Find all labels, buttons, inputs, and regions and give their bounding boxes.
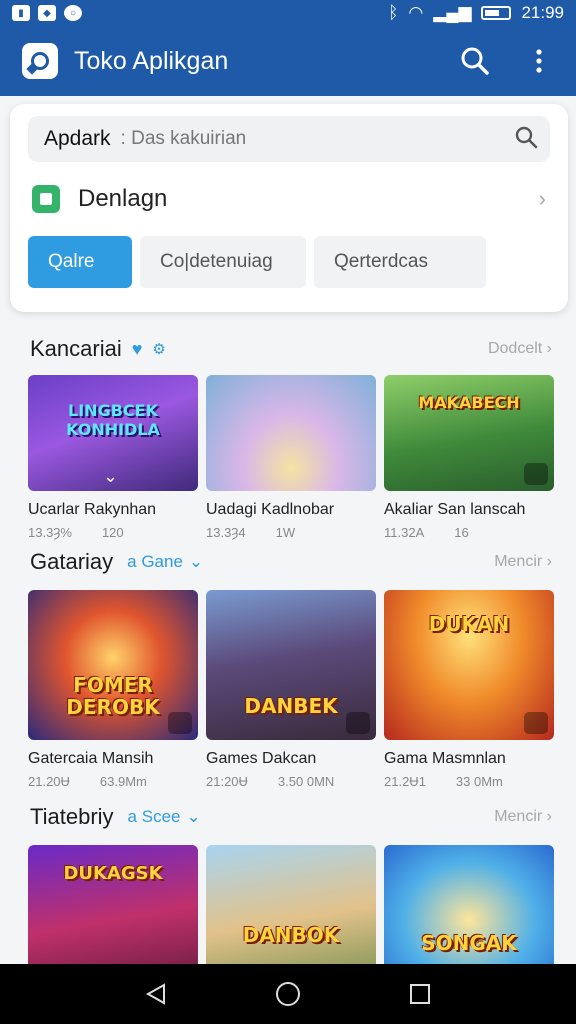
app-row-1: LINGBCEK KONHIDLA ⌄ Ucarlar Rakynhan 13.… [28,375,554,540]
app-thumbnail: DUKAN [384,590,554,740]
wifi-icon: ◠ [408,3,424,22]
search-icon[interactable] [460,46,490,76]
section-title: Tiatebriy [30,804,114,829]
app-title: Toko Aplikgan [74,46,229,75]
heart-icon: ♥ [131,338,143,359]
download-label: Denlagn [78,185,168,212]
search-field-icon[interactable] [514,125,538,154]
app-name: Ucarlar Rakynhan [28,501,157,518]
status-bar: ▮ ◆ ○ ᛒ ◠ ▂▄▆ 21:99 [0,0,576,26]
verified-icon: ⚙ [152,341,166,358]
download-app-icon [32,185,60,213]
chip-category-3[interactable]: Qerterdcas [314,236,486,288]
share-icon[interactable] [346,712,370,734]
app-meta: 13.3Ȝ4 1W [206,525,296,540]
search-placeholder: : Das kakuirian [120,128,247,149]
signal-icon: ▂▄▆ [433,3,472,22]
chevron-down-icon: ⌄ [186,807,201,826]
chip-category-2[interactable]: Co|detenuiag [140,236,306,288]
section-header-1: Kancariai ♥ ⚙ Dodcelt › [30,334,552,364]
thumbnail-art-text: DUKAGSK [63,863,163,884]
recents-icon[interactable] [402,976,438,1012]
thumbnail-art-text: SONGAK [421,931,517,955]
app-card[interactable]: Uadagi Kadlnobar 13.3Ȝ4 1W [206,375,376,540]
app-bar: Toko Aplikgan [0,26,576,96]
section-filter-dropdown[interactable]: a Gane ⌄ [127,552,203,572]
see-more-link[interactable]: Mencir › [494,808,552,826]
app-thumbnail: DANBEK [206,590,376,740]
app-meta: 21.20Ʉ 63.9Mm [28,774,147,789]
chevron-down-icon: ⌄ [188,552,204,571]
more-vert-icon[interactable] [524,46,554,76]
share-icon[interactable] [524,712,548,734]
thumbnail-art-text: DANBOK [242,923,340,947]
bookmark-icon[interactable] [524,463,548,485]
share-icon[interactable] [168,712,192,734]
app-thumbnail [206,375,376,491]
app-card[interactable]: MAKABECH Akaliar San lanscah 11.32A 16 [384,375,554,540]
app-row-2: FOMER DEROBK Gatercaia Mansih 21.20Ʉ 63.9… [28,590,554,789]
thumbnail-art-text: DUKAN [428,612,510,636]
notification-mail-icon: ◆ [38,5,56,21]
app-thumbnail: MAKABECH [384,375,554,491]
download-row[interactable]: Denlagn › [28,162,550,236]
see-more-link[interactable]: Dodcelt › [488,340,552,358]
see-more-link[interactable]: Mencir › [494,553,552,571]
filter-chips: Qalre Co|detenuiag Qerterdcas [28,236,550,288]
chevron-down-icon: ⌄ [103,466,119,486]
thumbnail-art-text: LINGBCEK KONHIDLA [66,401,160,439]
notification-chat-icon: ○ [64,5,82,21]
home-icon[interactable] [270,976,306,1012]
app-thumbnail: FOMER DEROBK [28,590,198,740]
app-card[interactable]: FOMER DEROBK Gatercaia Mansih 21.20Ʉ 63.9… [28,590,198,789]
search-query: Apdark [44,127,111,150]
system-nav-bar [0,964,576,1024]
notification-icons: ▮ ◆ ○ [12,5,82,21]
search-input[interactable]: Apdark : Das kakuirian [28,116,550,162]
app-meta: 21.2Ʉ1 33 0Mm [384,774,503,789]
bluetooth-icon: ᛒ [388,3,399,22]
chip-all[interactable]: Qalre [28,236,132,288]
app-name: Uadagi Kadlnobar [206,501,335,518]
app-card[interactable]: DANBEK Games Dakcan 21:20Ʉ 3.50 0MN [206,590,376,789]
back-icon[interactable] [138,976,174,1012]
app-meta: 13.3Ȝ% 120 [28,525,124,540]
section-filter-dropdown[interactable]: a Scee ⌄ [128,807,201,827]
app-logo-icon [22,43,58,79]
app-name: Games Dakcan [206,750,317,767]
app-card[interactable]: LINGBCEK KONHIDLA ⌄ Ucarlar Rakynhan 13.… [28,375,198,540]
section-title: Gatariay [30,549,114,574]
chevron-right-icon: › [538,186,546,211]
app-name: Gama Masmnlan [384,750,506,767]
app-name: Gatercaia Mansih [28,750,154,767]
app-name: Akaliar San lanscah [384,501,526,518]
battery-icon [481,6,512,20]
app-meta: 11.32A 16 [384,525,469,540]
app-meta: 21:20Ʉ 3.50 0MN [206,774,335,789]
search-card: Apdark : Das kakuirian Denlagn › Qalre C… [10,104,568,312]
notification-app-icon: ▮ [12,5,30,21]
section-header-3: Tiatebriy a Scee ⌄ Mencir › [30,802,552,832]
app-card[interactable]: DUKAN Gama Masmnlan 21.2Ʉ1 33 0Mm [384,590,554,789]
thumbnail-art-text: MAKABECH [418,393,520,412]
clock: 21:99 [521,3,564,22]
section-header-2: Gatariay a Gane ⌄ Mencir › [30,547,552,577]
app-thumbnail: LINGBCEK KONHIDLA ⌄ [28,375,198,491]
section-title: Kancariai [30,336,122,361]
